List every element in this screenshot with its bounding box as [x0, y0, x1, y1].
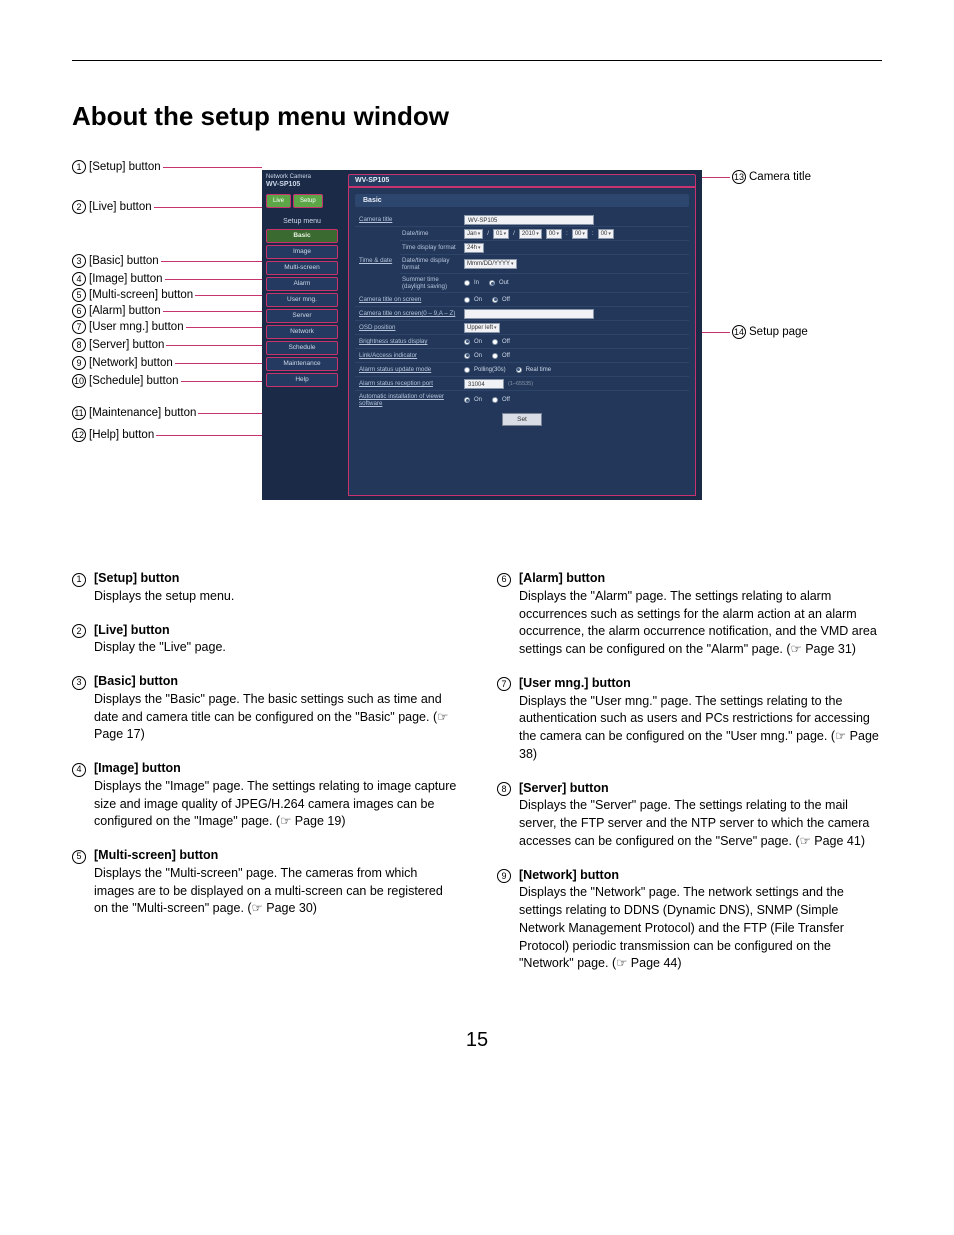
link-indicator-label: Link/Access indicator	[355, 350, 460, 361]
desc-item-1: 1[Setup] buttonDisplays the setup menu.	[72, 570, 457, 606]
main-panel: WV-SP105 Basic Camera title WV-SP105 Tim…	[342, 170, 702, 500]
polling-radio[interactable]	[464, 367, 470, 373]
sidebar: Network Camera WV-SP105 Live Setup Setup…	[262, 170, 342, 500]
osd-position-label: OSD position	[355, 322, 460, 333]
time-format-label: Time display format	[400, 242, 460, 253]
time-format-select[interactable]: 24h	[464, 243, 484, 253]
basic-tab-header[interactable]: Basic	[355, 194, 689, 207]
callout-left-10: 10[Schedule] button	[72, 374, 179, 388]
page-number: 15	[72, 1029, 882, 1052]
alarm-port-label: Alarm status reception port	[355, 378, 460, 389]
descriptions-right-col: 6[Alarm] buttonDisplays the "Alarm" page…	[497, 570, 882, 989]
callout-left-9: 9[Network] button	[72, 356, 173, 370]
descriptions-left-col: 1[Setup] buttonDisplays the setup menu. 2…	[72, 570, 457, 989]
dst-label: Summer time (daylight saving)	[400, 274, 460, 292]
cam-title-on-radio[interactable]	[464, 297, 470, 303]
callout-right-13: 13Camera title	[732, 170, 811, 184]
dst-in-radio[interactable]	[464, 280, 470, 286]
menu-item-network[interactable]: Network	[266, 325, 338, 339]
port-range-hint: (1–65535)	[508, 381, 533, 387]
setup-button[interactable]: Setup	[293, 194, 323, 208]
menu-item-basic[interactable]: Basic	[266, 229, 338, 243]
viewer-off-radio[interactable]	[492, 397, 498, 403]
date-format-select[interactable]: Mmm/DD/YYYY	[464, 259, 517, 269]
datetime-controls[interactable]: Jan / 01 / 2010 00: 00: 00	[460, 228, 689, 240]
setup-menu-diagram: 1[Setup] button 2[Live] button 3[Basic] bu…	[72, 160, 882, 520]
menu-item-schedule[interactable]: Schedule	[266, 341, 338, 355]
desc-item-7: 7[User mng.] buttonDisplays the "User mn…	[497, 675, 882, 764]
cam-title-onscreen-label: Camera title on screen	[355, 294, 460, 305]
link-on-radio[interactable]	[464, 353, 470, 359]
callout-left-2: 2[Live] button	[72, 200, 152, 214]
date-format-label: Date/time display format	[400, 255, 460, 273]
menu-item-multi-screen[interactable]: Multi-screen	[266, 261, 338, 275]
callout-left-1: 1[Setup] button	[72, 160, 161, 174]
alarm-mode-label: Alarm status update mode	[355, 364, 460, 375]
callout-left-12: 12[Help] button	[72, 428, 154, 442]
desc-item-6: 6[Alarm] buttonDisplays the "Alarm" page…	[497, 570, 882, 659]
setup-window: Network Camera WV-SP105 Live Setup Setup…	[262, 170, 702, 500]
menu-item-help[interactable]: Help	[266, 373, 338, 387]
callout-right-14: 14Setup page	[732, 325, 808, 339]
top-rule	[72, 60, 882, 61]
callout-left-8: 8[Server] button	[72, 338, 164, 352]
desc-item-9: 9[Network] buttonDisplays the "Network" …	[497, 867, 882, 974]
brand: Network Camera WV-SP105	[266, 174, 338, 190]
cam-title-chars-label: Camera title on screen(0 – 9,A – Z)	[355, 308, 460, 319]
page-title: About the setup menu window	[72, 101, 882, 132]
desc-item-4: 4[Image] buttonDisplays the "Image" page…	[72, 760, 457, 831]
desc-item-8: 8[Server] buttonDisplays the "Server" pa…	[497, 780, 882, 851]
dst-out-radio[interactable]	[489, 280, 495, 286]
viewer-on-radio[interactable]	[464, 397, 470, 403]
descriptions: 1[Setup] buttonDisplays the setup menu. 2…	[72, 570, 882, 989]
callout-left-4: 4[Image] button	[72, 272, 163, 286]
menu-item-maintenance[interactable]: Maintenance	[266, 357, 338, 371]
desc-item-3: 3[Basic] buttonDisplays the "Basic" page…	[72, 673, 457, 744]
camera-title-bar: WV-SP105	[348, 174, 696, 187]
realtime-radio[interactable]	[516, 367, 522, 373]
osd-position-select[interactable]: Upper left	[464, 323, 500, 333]
live-button[interactable]: Live	[266, 194, 291, 208]
cam-title-chars-input[interactable]	[464, 309, 594, 319]
set-button[interactable]: Set	[502, 413, 542, 426]
desc-item-2: 2[Live] buttonDisplay the "Live" page.	[72, 622, 457, 658]
camera-title-input[interactable]: WV-SP105	[464, 215, 594, 225]
callout-left-6: 6[Alarm] button	[72, 304, 161, 318]
brightness-on-radio[interactable]	[464, 339, 470, 345]
setup-page-panel: Basic Camera title WV-SP105 Time & date …	[348, 187, 696, 496]
callout-left-5: 5[Multi-screen] button	[72, 288, 193, 302]
brightness-off-radio[interactable]	[492, 339, 498, 345]
callout-left-3: 3[Basic] button	[72, 254, 159, 268]
camera-title-label: Camera title	[355, 214, 460, 225]
alarm-port-input[interactable]: 31004	[464, 379, 504, 389]
time-date-group-label: Time & date	[355, 255, 400, 266]
menu-item-alarm[interactable]: Alarm	[266, 277, 338, 291]
brightness-label: Brightness status display	[355, 336, 460, 347]
setup-menu-title: Setup menu	[266, 218, 338, 225]
callout-left-11: 11[Maintenance] button	[72, 406, 196, 420]
setup-menu: Basic Image Multi-screen Alarm User mng. Serv…	[266, 229, 338, 387]
desc-item-5: 5[Multi-screen] buttonDisplays the "Mult…	[72, 847, 457, 918]
callout-left-7: 7[User mng.] button	[72, 320, 184, 334]
cam-title-off-radio[interactable]	[492, 297, 498, 303]
datetime-label: Date/time	[400, 228, 460, 239]
menu-item-user-mng-[interactable]: User mng.	[266, 293, 338, 307]
menu-item-image[interactable]: Image	[266, 245, 338, 259]
menu-item-server[interactable]: Server	[266, 309, 338, 323]
viewer-install-label: Automatic installation of viewer softwar…	[355, 391, 460, 409]
link-off-radio[interactable]	[492, 353, 498, 359]
